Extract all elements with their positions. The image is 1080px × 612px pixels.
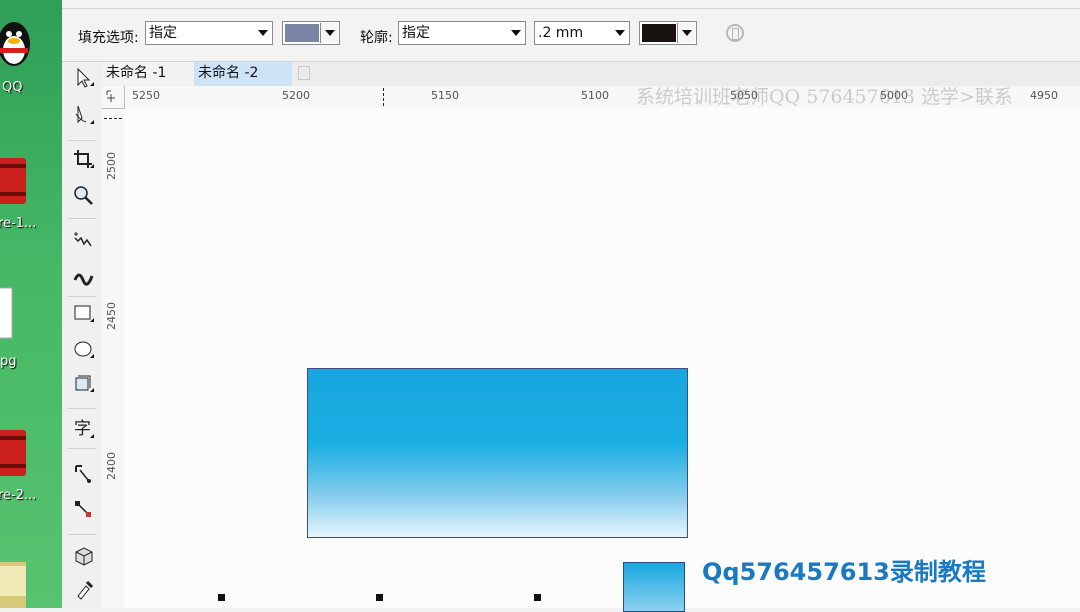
chevron-down-icon[interactable] [677, 23, 695, 43]
ruler-tick: 5100 [581, 89, 609, 102]
freehand-tool-icon[interactable] [72, 230, 96, 254]
extrude-tool-icon[interactable] [72, 544, 96, 568]
chevron-down-icon [511, 30, 521, 36]
new-tab-icon[interactable] [298, 66, 310, 80]
text-tool-icon[interactable]: 字 [72, 416, 96, 440]
artistic-media-icon[interactable] [72, 266, 96, 290]
chevron-down-icon [258, 30, 268, 36]
tab-label: 未命名 -2 [198, 65, 259, 81]
property-bar: 填充选项: 指定 轮廓: 指定 .2 mm [62, 9, 1080, 62]
fill-type-value: 指定 [149, 25, 177, 41]
crop-tool-icon[interactable] [72, 148, 96, 172]
vertical-ruler[interactable]: 2500 2450 2400 [102, 108, 125, 608]
tab-document-2[interactable]: 未命名 -2 [194, 62, 292, 86]
outline-color-swatch [642, 24, 676, 42]
polygon-tool-icon[interactable] [72, 372, 96, 396]
standard-toolbar-edge [62, 0, 1080, 9]
desktop-label-image: pg [0, 354, 17, 369]
gradient-rectangle-small[interactable] [623, 562, 685, 612]
selection-handle[interactable] [218, 594, 225, 601]
fill-color-swatch [285, 24, 319, 42]
toolbox: 字 [62, 62, 103, 608]
overprint-icon[interactable] [726, 24, 744, 42]
video-file-icon-2[interactable] [0, 424, 36, 480]
shape-tool-icon[interactable] [72, 104, 96, 128]
desktop-label-file-2: re-2... [0, 488, 37, 503]
ruler-origin[interactable] [102, 86, 125, 109]
ruler-cursor-marker [104, 118, 122, 119]
folder-icon[interactable] [0, 556, 36, 608]
toolbox-divider [68, 296, 96, 297]
toolbox-divider [68, 448, 96, 449]
eyedropper-tool-icon[interactable] [72, 578, 96, 602]
svg-text:字: 字 [74, 419, 91, 439]
desktop-label-file-1: re-1... [0, 216, 37, 231]
promo-text: Qq576457613录制教程 [702, 558, 986, 586]
outline-width-dropdown[interactable]: .2 mm [534, 21, 630, 45]
zoom-tool-icon[interactable] [72, 184, 96, 208]
ruler-tick: 5150 [431, 89, 459, 102]
ruler-tick: 2400 [105, 452, 118, 480]
ruler-tick: 5200 [282, 89, 310, 102]
outline-label: 轮廓: [360, 30, 393, 46]
outline-type-dropdown[interactable]: 指定 [398, 21, 526, 45]
toolbox-divider [68, 408, 96, 409]
fill-label: 填充选项: [78, 30, 139, 46]
pick-tool-icon[interactable] [72, 66, 96, 90]
ruler-tick: 4950 [1030, 89, 1058, 102]
ruler-tick: 5250 [132, 89, 160, 102]
tab-document-1[interactable]: 未命名 -1 [102, 62, 194, 86]
watermark-text: 系统培训班老师QQ 576457613 选学>联系 [636, 86, 1013, 108]
ruler-tick: 2450 [105, 302, 118, 330]
tab-label: 未命名 -1 [106, 65, 167, 81]
toolbox-divider [68, 534, 96, 535]
selection-handle[interactable] [534, 594, 541, 601]
outline-width-value: .2 mm [538, 25, 584, 41]
qq-penguin-icon[interactable] [0, 14, 36, 74]
dimension-tool-icon[interactable] [72, 498, 96, 522]
ellipse-tool-icon[interactable] [72, 338, 96, 362]
desktop-label-qq: QQ [2, 80, 23, 95]
fill-color-picker[interactable] [282, 21, 340, 45]
outline-color-picker[interactable] [639, 21, 697, 45]
connector-tool-icon[interactable] [72, 462, 96, 486]
fill-type-dropdown[interactable]: 指定 [145, 21, 273, 45]
ruler-cursor-marker [383, 88, 384, 106]
video-file-icon[interactable] [0, 152, 36, 208]
rectangle-tool-icon[interactable] [72, 302, 96, 326]
chevron-down-icon[interactable] [320, 23, 338, 43]
toolbox-divider [68, 140, 96, 141]
gradient-rectangle[interactable] [307, 368, 688, 538]
document-file-icon[interactable] [0, 286, 36, 342]
ruler-origin-icon [106, 90, 115, 102]
toolbox-divider [68, 218, 96, 219]
ruler-tick: 2500 [105, 152, 118, 180]
desktop-strip: QQ re-1... pg re-2... [0, 0, 62, 608]
outline-type-value: 指定 [402, 25, 430, 41]
chevron-down-icon [615, 30, 625, 36]
selection-handle[interactable] [376, 594, 383, 601]
